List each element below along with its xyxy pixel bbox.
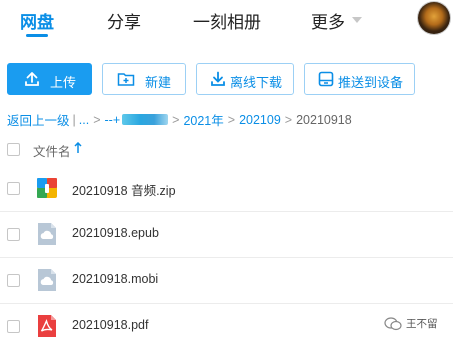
offline-download-label: 离线下载 <box>230 75 283 90</box>
wechat-icon <box>384 316 402 331</box>
new-folder-button[interactable]: 新建 <box>102 63 186 95</box>
breadcrumb-separator: > <box>284 112 293 127</box>
row-checkbox[interactable] <box>7 228 20 241</box>
file-row-mobi[interactable]: 20210918.mobi <box>0 257 453 304</box>
top-nav: 网盘 分享 一刻相册 更多 <box>0 0 453 46</box>
breadcrumb-separator: > <box>93 112 101 127</box>
tab-netdisk[interactable]: 网盘 <box>20 8 54 33</box>
push-to-device-button[interactable]: 推送到设备 <box>304 63 415 95</box>
cloud-file-icon <box>36 268 58 292</box>
tab-share[interactable]: 分享 <box>107 8 141 33</box>
breadcrumb-separator: > <box>172 112 180 127</box>
breadcrumb-partial-folder[interactable]: --+ <box>105 113 121 127</box>
avatar[interactable] <box>418 2 450 34</box>
offline-download-button[interactable]: 离线下载 <box>196 63 294 95</box>
row-checkbox[interactable] <box>7 182 20 195</box>
tab-album[interactable]: 一刻相册 <box>193 8 261 33</box>
row-checkbox[interactable] <box>7 320 20 333</box>
breadcrumb-ellipsis[interactable]: ... <box>79 113 89 127</box>
breadcrumb-item-202109[interactable]: 202109 <box>239 113 281 127</box>
pdf-file-icon <box>36 314 58 338</box>
chevron-down-icon[interactable] <box>352 17 362 23</box>
file-list-header: 文件名 <box>0 136 453 162</box>
file-name[interactable]: 20210918.epub <box>72 226 159 240</box>
sort-ascending-icon[interactable] <box>74 141 82 159</box>
watermark: 王不留 <box>384 316 438 331</box>
device-icon <box>318 71 334 87</box>
breadcrumb-back-link[interactable]: 返回上一级 <box>7 110 70 129</box>
redacted-folder-name[interactable] <box>122 114 169 125</box>
toolbar: 上传 新建 离线下载 推送到设备 <box>0 63 453 97</box>
download-icon <box>210 71 226 87</box>
new-folder-icon <box>117 71 135 87</box>
file-row-epub[interactable]: 20210918.epub <box>0 211 453 258</box>
file-name[interactable]: 20210918 音频.zip <box>72 180 176 199</box>
cloud-file-icon <box>36 222 58 246</box>
breadcrumb-current: 20210918 <box>296 112 352 127</box>
tab-more[interactable]: 更多 <box>311 8 345 33</box>
zip-archive-icon <box>36 176 58 200</box>
push-to-device-label: 推送到设备 <box>338 75 404 90</box>
upload-icon <box>24 71 40 87</box>
active-tab-indicator <box>26 34 48 37</box>
upload-button[interactable]: 上传 <box>7 63 92 95</box>
watermark-text: 王不留 <box>406 318 438 330</box>
breadcrumb-item-2021[interactable]: 2021年 <box>183 110 223 129</box>
breadcrumb-separator: | <box>72 112 76 127</box>
breadcrumb-separator: > <box>227 112 236 127</box>
upload-label: 上传 <box>50 75 77 90</box>
breadcrumb: 返回上一级 |... > --+ >2021年 >202109 >20210918 <box>7 110 352 129</box>
file-name[interactable]: 20210918.pdf <box>72 318 148 332</box>
file-row-zip[interactable]: 20210918 音频.zip <box>0 165 453 212</box>
column-filename[interactable]: 文件名 <box>33 141 71 160</box>
new-label: 新建 <box>145 75 172 90</box>
row-checkbox[interactable] <box>7 274 20 287</box>
file-name[interactable]: 20210918.mobi <box>72 272 158 286</box>
select-all-checkbox[interactable] <box>7 143 20 156</box>
